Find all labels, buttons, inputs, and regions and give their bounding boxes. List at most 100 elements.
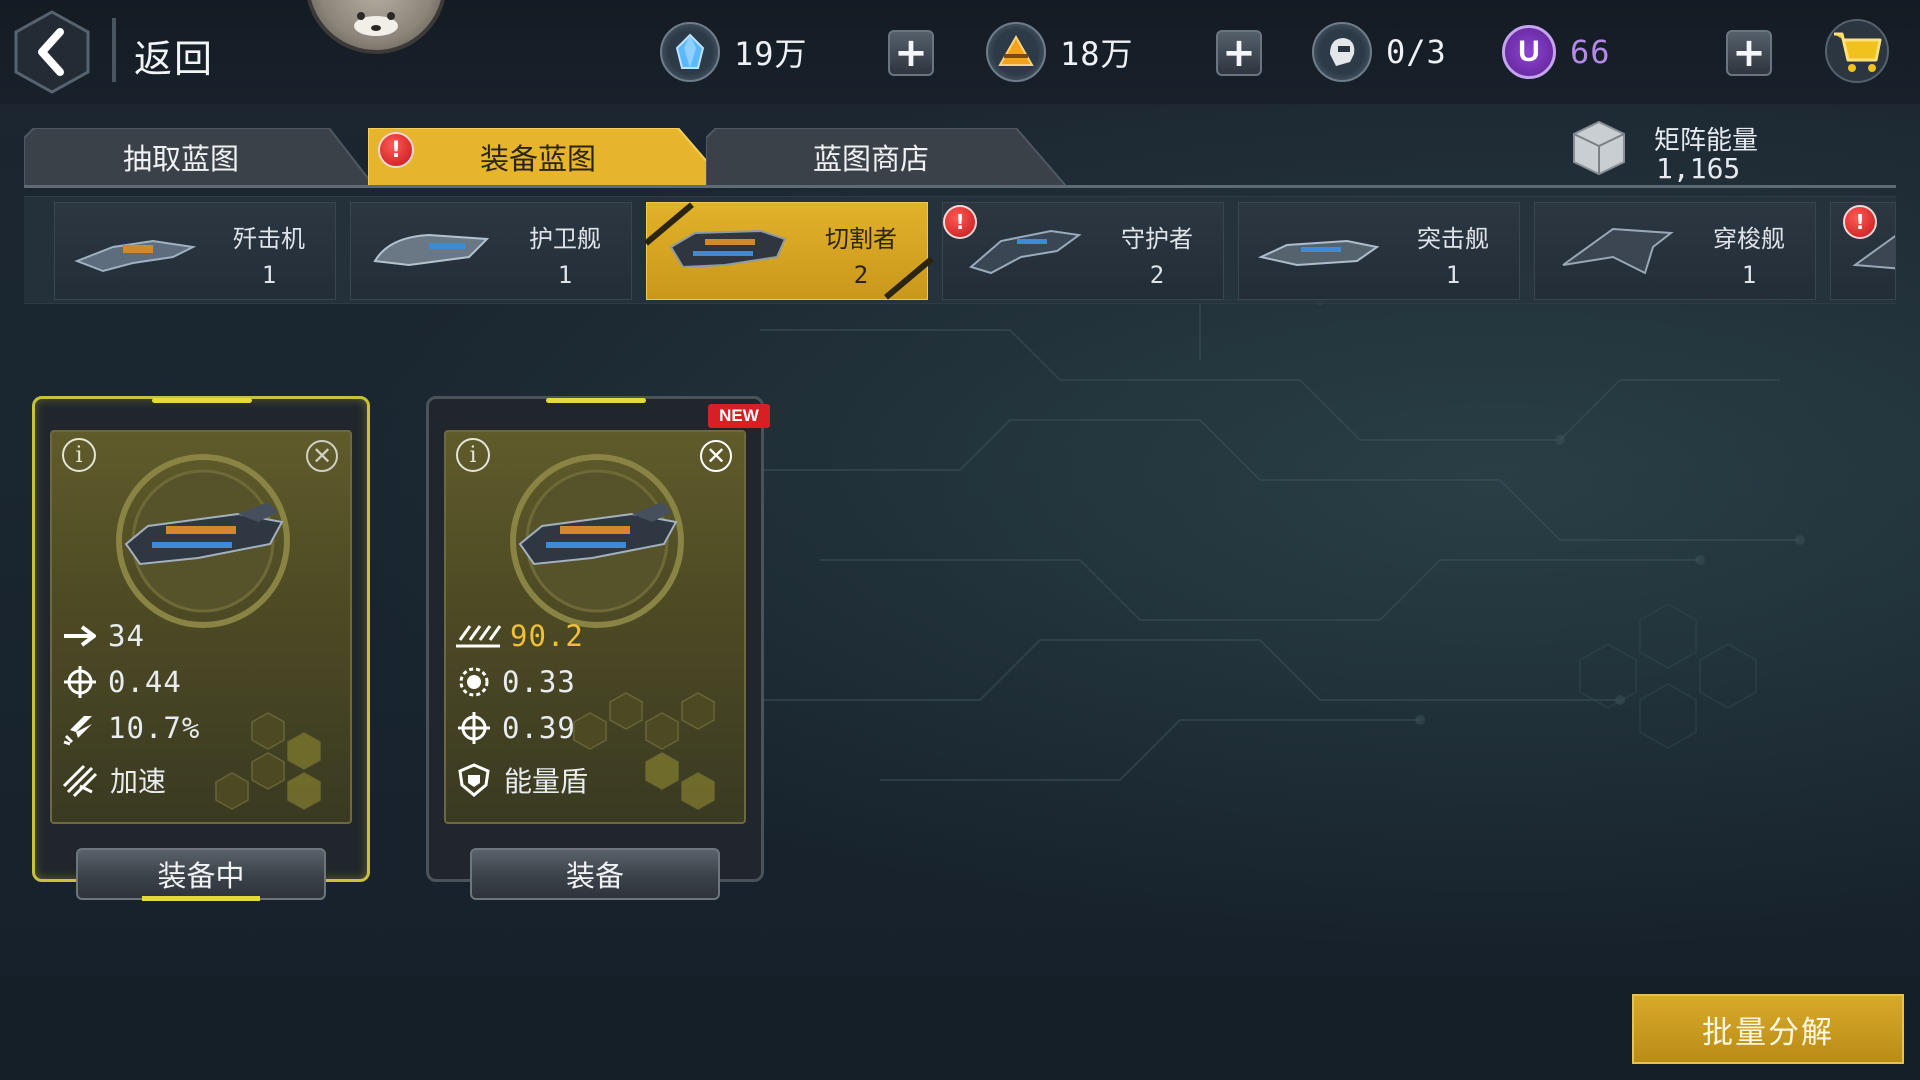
- u-coin-icon: U: [1502, 25, 1556, 79]
- category-count: 1: [1445, 261, 1461, 289]
- category-shuttle[interactable]: 穿梭舰 1: [1534, 202, 1816, 300]
- plus-icon: +: [894, 30, 928, 76]
- assault-ship-icon: [1257, 239, 1380, 267]
- alert-badge-icon: !: [378, 132, 414, 168]
- skill-label: 能量盾: [504, 765, 589, 798]
- cart-icon: [1825, 19, 1889, 83]
- shield-icon: [454, 760, 494, 800]
- cutter-ship-icon: [669, 229, 787, 269]
- info-icon[interactable]: i: [456, 438, 490, 472]
- stat-value: 0.44: [108, 665, 182, 699]
- escort-ship-icon: [373, 233, 490, 267]
- crosshair-icon: [454, 708, 494, 748]
- blueprint-card-equipped[interactable]: i ✕ 34 0.44 10.7% 加速 装备中: [32, 396, 370, 901]
- cutter-ship-image: [124, 502, 284, 566]
- stat-row: 0.39: [454, 708, 576, 748]
- stat-value: 0.33: [502, 665, 576, 699]
- add-u-currency-button[interactable]: +: [1726, 30, 1772, 76]
- stat-value: 0.39: [502, 711, 576, 745]
- back-arrow-icon: [14, 10, 90, 94]
- stat-row: 34: [60, 616, 145, 656]
- boost-icon: [60, 760, 100, 800]
- category-name: 切割者: [825, 225, 897, 253]
- crosshair-icon: [60, 662, 100, 702]
- pilot-helmet-icon: [1312, 22, 1372, 82]
- resource-gold: 18万: [986, 22, 1134, 82]
- tab-blueprint-shop[interactable]: 蓝图商店: [706, 128, 1066, 186]
- stat-value: 90.2: [510, 619, 584, 653]
- button-accent: [142, 896, 260, 901]
- stat-value: 10.7%: [108, 711, 201, 745]
- matrix-energy-value: 1,165: [1656, 152, 1741, 185]
- u-currency-value: 66: [1570, 33, 1611, 71]
- category-count: 1: [1741, 261, 1757, 289]
- gold-value: 18万: [1060, 35, 1134, 73]
- player-avatar[interactable]: [305, 0, 447, 54]
- blueprint-card-new[interactable]: NEW i ✕ 90.2 0.33 0.39 能量盾 装备: [426, 396, 770, 900]
- category-guardian[interactable]: 守护者 2 !: [942, 202, 1224, 300]
- skill-label: 加速: [110, 765, 167, 798]
- close-icon[interactable]: ✕: [700, 440, 732, 472]
- add-gold-button[interactable]: +: [1216, 30, 1262, 76]
- multi-shot-icon: [454, 616, 502, 656]
- gold-pyramid-icon: [986, 22, 1046, 82]
- info-icon[interactable]: i: [62, 438, 96, 472]
- guardian-ship-icon: [968, 229, 1082, 275]
- card-content: i ✕ 34 0.44 10.7% 加速: [50, 430, 352, 824]
- card-top-glow: [152, 398, 252, 403]
- add-crystal-button[interactable]: +: [888, 30, 934, 76]
- top-bar: 返回 19万 + 18万 + 0/3 U 66 +: [0, 0, 1920, 104]
- resource-u-currency: U 66: [1502, 22, 1611, 82]
- avatar-face-icon: [354, 12, 398, 36]
- category-cutter[interactable]: 切割者 2: [644, 202, 934, 300]
- resource-pilots: 0/3: [1312, 22, 1447, 82]
- skill-row: 能量盾: [454, 760, 588, 800]
- category-fighter[interactable]: 歼击机 1: [54, 202, 336, 300]
- back-button[interactable]: [14, 10, 90, 94]
- close-icon[interactable]: ✕: [306, 440, 338, 472]
- stat-row: 0.33: [454, 662, 576, 702]
- category-name: 护卫舰: [529, 225, 601, 253]
- alert-badge-icon: !: [943, 205, 977, 239]
- category-next[interactable]: !: [1830, 202, 1896, 300]
- alert-badge-icon: !: [1843, 205, 1877, 239]
- skill-row: 加速: [60, 760, 166, 800]
- tab-label: 抽取蓝图: [122, 142, 239, 176]
- pilots-value: 0/3: [1386, 33, 1447, 71]
- matrix-energy: 矩阵能量 1,165: [1568, 112, 1808, 185]
- category-name: 穿梭舰: [1713, 225, 1785, 253]
- crystal-icon: [660, 22, 720, 82]
- back-label[interactable]: 返回: [134, 28, 214, 83]
- card-content: i ✕ 90.2 0.33 0.39 能量盾: [444, 430, 746, 824]
- cutter-ship-image: [518, 502, 678, 566]
- gear-target-icon: [454, 662, 494, 702]
- tabs-underline: [24, 185, 1896, 188]
- category-count: 2: [1149, 261, 1165, 289]
- tab-draw-blueprint[interactable]: 抽取蓝图: [24, 128, 374, 186]
- equipped-button[interactable]: 装备中: [76, 848, 326, 900]
- tab-equip-blueprint[interactable]: 装备蓝图 !: [368, 128, 728, 186]
- shuttle-ship-icon: [1562, 227, 1674, 275]
- category-assault[interactable]: 突击舰 1: [1238, 202, 1520, 300]
- shop-cart-button[interactable]: [1822, 18, 1892, 84]
- card-top-glow: [546, 398, 646, 403]
- matrix-cube-icon: [1573, 120, 1625, 176]
- missile-icon: [60, 708, 100, 748]
- resource-crystal: 19万: [660, 22, 808, 82]
- bulk-dismantle-button[interactable]: 批量分解: [1632, 994, 1904, 1064]
- plus-icon: +: [1732, 30, 1766, 76]
- category-count: 1: [261, 261, 277, 289]
- stat-row: 90.2: [454, 616, 584, 656]
- tab-label: 装备蓝图: [479, 142, 596, 176]
- stat-value: 34: [108, 619, 145, 653]
- category-name: 守护者: [1121, 225, 1193, 253]
- category-name: 突击舰: [1417, 225, 1489, 253]
- equip-button[interactable]: 装备: [470, 848, 720, 900]
- fighter-ship-icon: [74, 239, 197, 273]
- plus-icon: +: [1222, 30, 1256, 76]
- category-name: 歼击机: [233, 225, 305, 253]
- stat-row: 0.44: [60, 662, 182, 702]
- category-escort[interactable]: 护卫舰 1: [350, 202, 632, 300]
- header-divider: [112, 18, 116, 82]
- stat-row: 10.7%: [60, 708, 200, 748]
